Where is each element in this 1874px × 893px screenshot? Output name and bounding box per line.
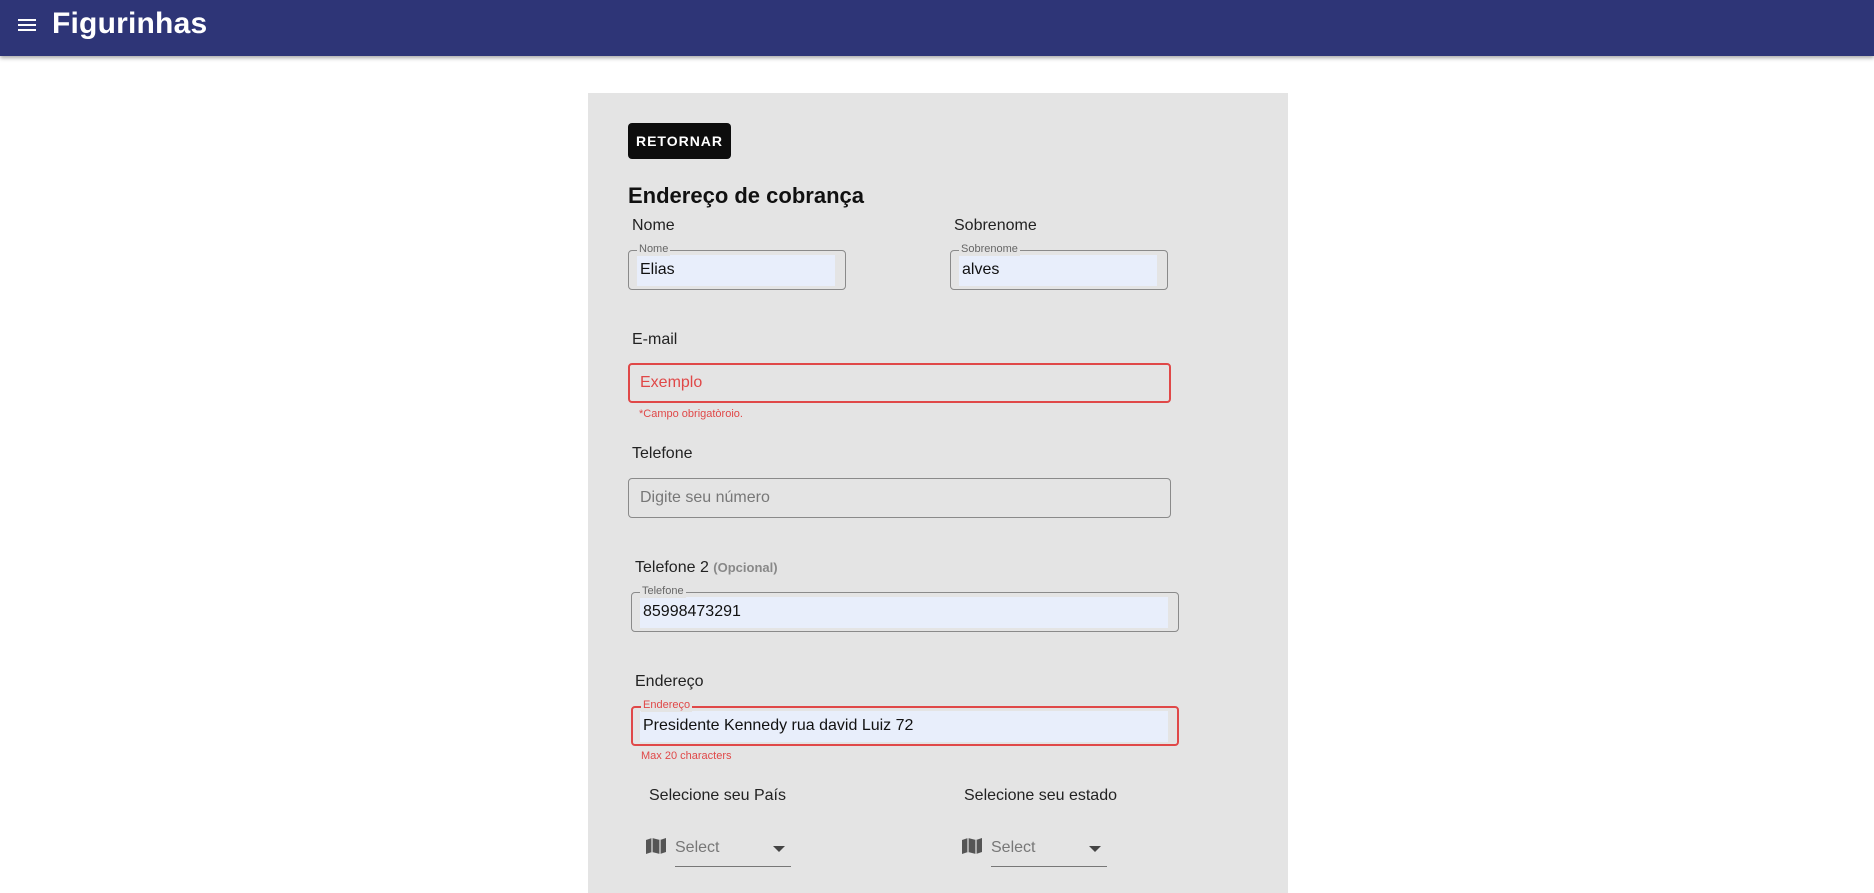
telefone2-value: 85998473291 (643, 603, 741, 620)
email-placeholder: Exemplo (640, 374, 703, 391)
telefone-field[interactable]: Digite seu número (628, 478, 1171, 518)
sobrenome-label: Sobrenome (954, 217, 1037, 234)
estado-select-field[interactable]: Select (991, 833, 1107, 867)
endereco-field[interactable]: Endereço Presidente Kennedy rua david Lu… (631, 699, 1179, 746)
map-icon (962, 838, 982, 854)
email-label: E-mail (632, 331, 678, 348)
optional-tag: (Opcional) (713, 560, 778, 575)
nome-value: Elias (640, 261, 675, 278)
map-icon (646, 838, 666, 854)
endereco-error: Max 20 characters (641, 750, 732, 762)
menu-icon[interactable] (15, 15, 41, 35)
telefone2-label-text: Telefone 2 (635, 559, 709, 576)
back-button[interactable]: RETORNAR (628, 123, 731, 159)
estado-label: Selecione seu estado (964, 787, 1117, 804)
nome-label: Nome (632, 217, 675, 234)
app-bar: Figurinhas (0, 0, 1874, 56)
sobrenome-value: alves (962, 261, 1000, 278)
app-title: Figurinhas (52, 7, 208, 40)
estado-select[interactable]: Select (961, 833, 1111, 869)
estado-selected-value: Select (991, 839, 1036, 856)
nome-legend: Nome (637, 243, 671, 256)
telefone-label: Telefone (632, 445, 693, 462)
nome-field[interactable]: Nome Elias (628, 243, 846, 290)
pais-select[interactable]: Select (645, 833, 795, 869)
email-field[interactable]: Exemplo (628, 363, 1171, 403)
section-title: Endereço de cobrança (628, 183, 864, 208)
pais-label: Selecione seu País (649, 787, 786, 804)
email-error: *Campo obrigatòroio. (639, 408, 743, 420)
endereco-legend: Endereço (641, 699, 693, 712)
billing-form-card: RETORNAR Endereço de cobrança Nome Nome … (588, 93, 1288, 893)
telefone-placeholder: Digite seu número (640, 489, 770, 506)
telefone2-legend: Telefone (640, 585, 686, 598)
telefone2-field[interactable]: Telefone 85998473291 (631, 585, 1179, 632)
chevron-down-icon (1089, 846, 1101, 852)
pais-selected-value: Select (675, 839, 720, 856)
endereco-label: Endereço (635, 673, 704, 690)
sobrenome-field[interactable]: Sobrenome alves (950, 243, 1168, 290)
telefone2-label: Telefone 2 (Opcional) (635, 559, 778, 577)
endereco-value: Presidente Kennedy rua david Luiz 72 (643, 717, 914, 734)
pais-select-field[interactable]: Select (675, 833, 791, 867)
sobrenome-legend: Sobrenome (959, 243, 1020, 256)
chevron-down-icon (773, 846, 785, 852)
